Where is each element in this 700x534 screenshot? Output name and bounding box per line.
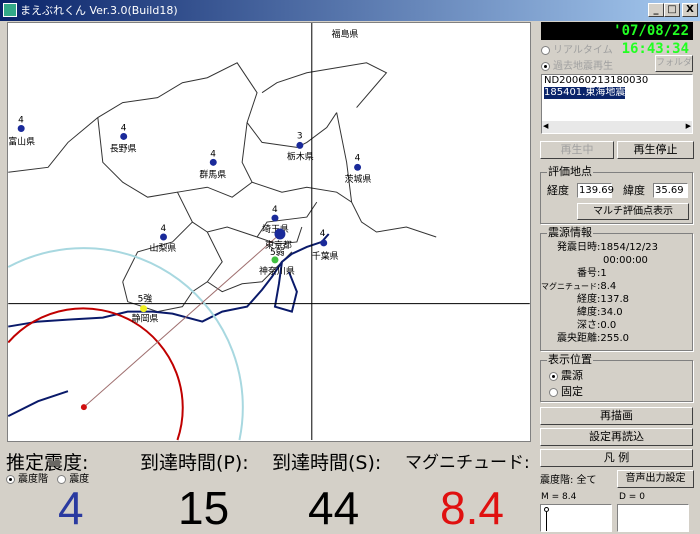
close-button[interactable]: X	[682, 3, 698, 17]
audio-settings-button[interactable]: 音声出力設定	[617, 470, 694, 488]
src-row: 緯度:34.0	[577, 307, 623, 318]
window-title: まえぶれくん Ver.3.0(Build18)	[20, 4, 178, 17]
src-row: 番号:1	[577, 268, 607, 279]
multi-eval-button[interactable]: マルチ評価点表示	[577, 203, 689, 220]
src-row: 深さ:0.0	[577, 320, 617, 331]
svg-text:長野県: 長野県	[110, 143, 137, 154]
prefecture-markers: 福島県 4富山県 4長野県 3栃木県 4群馬県 4茨城県 4埼玉県 東京都 4山…	[8, 28, 371, 325]
map-canvas: 福島県 4富山県 4長野県 3栃木県 4群馬県 4茨城県 4埼玉県 東京都 4山…	[8, 23, 530, 441]
svg-text:4: 4	[320, 229, 326, 239]
display-position-group: 表示位置 震源 固定	[540, 353, 693, 402]
playing-button[interactable]: 再生中	[540, 141, 614, 159]
svg-text:群馬県: 群馬県	[199, 168, 226, 180]
svg-text:茨城県: 茨城県	[345, 173, 372, 185]
svg-text:富山県: 富山県	[8, 135, 35, 147]
svg-text:4: 4	[121, 123, 127, 133]
magnitude-meter-label: M = 8.4	[541, 492, 577, 502]
svg-text:静岡県: 静岡県	[132, 313, 159, 325]
svg-text:山梨県: 山梨県	[150, 242, 177, 254]
pref-marker: 4 山梨県	[150, 224, 177, 254]
redraw-button[interactable]: 再描画	[540, 407, 693, 425]
radio-scale[interactable]: 震度階	[6, 474, 48, 485]
title-bar: まえぶれくん Ver.3.0(Build18) _ □ X	[0, 0, 700, 21]
lon-field[interactable]: 139.69	[577, 183, 614, 198]
depth-meter-label: D = 0	[619, 492, 645, 502]
src-row: 震央距離:255.0	[557, 333, 629, 344]
list-item-selected[interactable]: 185401.東海地震	[544, 87, 626, 99]
intensity-label: 推定震度:	[6, 452, 89, 474]
p-wave-circle	[8, 307, 184, 441]
legend-button[interactable]: 凡 例	[540, 449, 693, 467]
source-info-group: 震源情報 発震日時:1854/12/23 00:00:00 番号:1 マグニチュ…	[540, 226, 693, 351]
minimize-button[interactable]: _	[648, 3, 664, 17]
p-arrival-label: 到達時間(P):	[140, 452, 249, 474]
pref-label: 福島県	[332, 28, 359, 40]
reload-settings-button[interactable]: 設定再読込	[540, 428, 693, 446]
eval-point-group: 評価地点 経度 139.69 緯度 35.69 マルチ評価点表示	[540, 165, 693, 224]
list-item[interactable]: ND20060213180030	[542, 75, 692, 87]
scroll-left-icon[interactable]: ◀	[543, 122, 548, 131]
s-arrival-value: 44	[308, 482, 360, 534]
svg-text:4: 4	[210, 149, 216, 159]
svg-text:4: 4	[18, 116, 24, 126]
maximize-button[interactable]: □	[664, 3, 680, 17]
svg-text:4: 4	[355, 153, 361, 163]
epicenter-marker	[80, 404, 87, 411]
group-title: 震源情報	[547, 226, 593, 240]
radio-realtime[interactable]: リアルタイム	[541, 44, 613, 57]
svg-text:神奈川県: 神奈川県	[259, 265, 295, 277]
intensity-value: 4	[58, 482, 84, 534]
pref-marker: 5弱神奈川県	[259, 247, 295, 277]
prefecture-borders	[8, 62, 437, 313]
svg-text:栃木県: 栃木県	[287, 150, 314, 162]
magnitude-value: 8.4	[440, 482, 504, 534]
svg-text:5強: 5強	[138, 293, 153, 305]
s-arrival-label: 到達時間(S):	[272, 452, 382, 474]
radio-pos-source[interactable]: 震源	[549, 369, 583, 382]
stop-playback-button[interactable]: 再生停止	[617, 141, 694, 159]
map-view[interactable]: 福島県 4 富山県 4 長野県 3 栃木県 4 群馬県 4 茨城県 4 埼玉県 東京都 4山…	[7, 22, 531, 442]
clock-display: '07/08/22 16:43:34	[541, 22, 693, 57]
event-list[interactable]: ND20060213180030 185401.東海地震 ◀ ▶	[541, 74, 693, 134]
p-arrival-value: 15	[178, 482, 230, 534]
folder-button[interactable]: フォルダ	[655, 55, 693, 72]
control-panel: '07/08/22 16:43:34 リアルタイム 過去地震再生 フォルダ ND…	[537, 22, 697, 534]
src-row: 発震日時:1854/12/23	[557, 242, 659, 253]
pref-marker: 4 長野県	[110, 123, 137, 154]
svg-text:3: 3	[297, 131, 303, 141]
depth-meter	[617, 504, 689, 532]
src-row: 経度:137.8	[577, 294, 629, 305]
pref-marker: 4 群馬県	[199, 149, 226, 180]
epicenter-line	[83, 233, 281, 408]
horizontal-scrollbar[interactable]: ◀ ▶	[542, 121, 692, 133]
coastline	[8, 233, 330, 418]
radio-playback[interactable]: 過去地震再生	[541, 60, 613, 73]
svg-text:4: 4	[272, 205, 278, 215]
magnitude-label: マグニチュード:	[405, 453, 530, 473]
lat-field[interactable]: 35.69	[653, 183, 688, 198]
pref-marker: 4 千葉県	[312, 229, 339, 262]
src-row: 00:00:00	[603, 255, 648, 266]
group-title: 評価地点	[547, 165, 593, 179]
pref-marker: 5強静岡県	[132, 293, 159, 325]
pref-marker: 4 富山県	[8, 116, 35, 148]
src-row: マグニチュード:8.4	[541, 281, 617, 292]
scroll-right-icon[interactable]: ▶	[686, 122, 691, 131]
lat-label: 緯度	[623, 184, 645, 197]
svg-text:千葉県: 千葉県	[312, 250, 339, 262]
scale-filter-label: 震度階: 全て	[540, 475, 597, 486]
svg-text:5弱: 5弱	[270, 247, 285, 258]
magnitude-meter	[540, 504, 612, 532]
estimate-panel: 推定震度: 到達時間(P): 到達時間(S): マグニチュード: 震度階 震度 …	[0, 444, 535, 534]
lon-label: 経度	[547, 184, 569, 197]
group-title: 表示位置	[547, 353, 593, 367]
svg-text:4: 4	[161, 224, 167, 234]
radio-pos-fixed[interactable]: 固定	[549, 385, 583, 398]
pref-marker: 4 茨城県	[345, 153, 372, 185]
app-icon	[3, 3, 17, 17]
